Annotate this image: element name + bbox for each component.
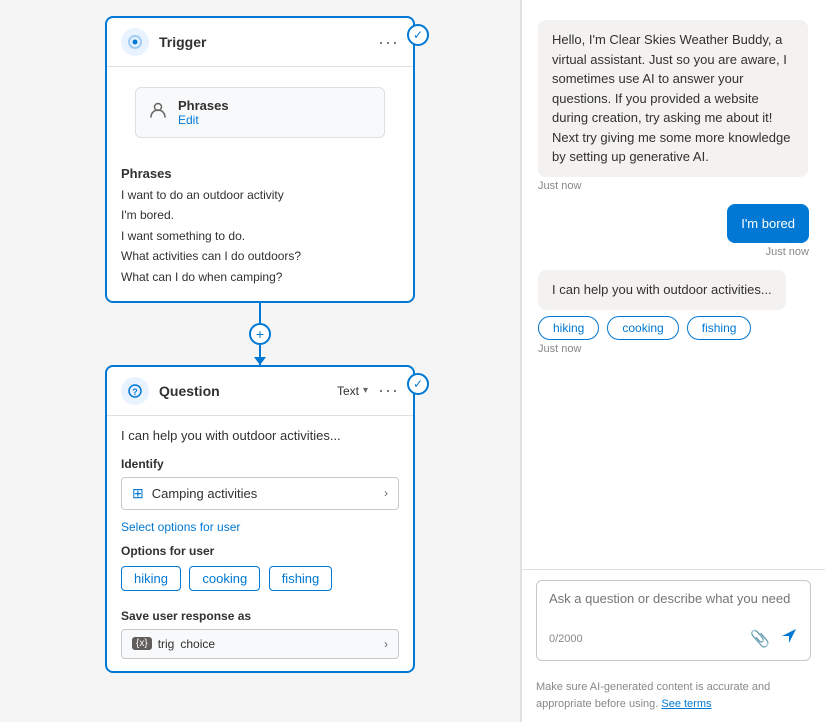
- phrase-item-5: What can I do when camping?: [121, 267, 399, 287]
- option-tag-cooking[interactable]: cooking: [189, 566, 260, 591]
- save-response-label: Save user response as: [121, 609, 399, 623]
- var-badge: {x}: [132, 637, 152, 650]
- trigger-card-header: Trigger ···: [107, 18, 413, 67]
- question-header: ? Question Text ▾ ···: [107, 367, 413, 416]
- char-count: 0/2000: [549, 633, 583, 645]
- disclaimer-link[interactable]: See terms: [661, 698, 711, 710]
- save-response-field[interactable]: {x} trig choice ›: [121, 629, 399, 659]
- phrases-inner-right: Phrases Edit: [178, 98, 229, 127]
- timestamp-1: Just now: [538, 180, 581, 192]
- trigger-menu-dots[interactable]: ···: [378, 32, 399, 53]
- trigger-icon: [121, 28, 149, 56]
- chat-input-icons: 📎: [750, 627, 798, 650]
- save-response-left: {x} trig choice: [132, 637, 215, 651]
- select-options-link[interactable]: Select options for user: [121, 520, 399, 534]
- chat-input-box: 0/2000 📎: [536, 580, 811, 661]
- question-menu-dots[interactable]: ···: [378, 380, 399, 401]
- phrases-content: Phrases I want to do an outdoor activity…: [107, 158, 413, 301]
- question-body: I can help you with outdoor activities..…: [107, 416, 413, 671]
- options-label: Options for user: [121, 544, 399, 558]
- connector-line-top: [259, 303, 261, 323]
- trigger-header-left: Trigger: [121, 28, 206, 56]
- chat-chip-fishing[interactable]: fishing: [687, 316, 752, 340]
- disclaimer-text: Make sure AI-generated content is accura…: [536, 681, 770, 710]
- var-prefix: trig: [158, 637, 175, 651]
- bot-message-group-1: Hello, I'm Clear Skies Weather Buddy, a …: [538, 20, 809, 192]
- table-icon: ⊞: [132, 485, 144, 502]
- trigger-check-badge: ✓: [407, 24, 429, 46]
- phrase-item-2: I'm bored.: [121, 205, 399, 225]
- right-chat-panel: Hello, I'm Clear Skies Weather Buddy, a …: [522, 0, 825, 722]
- phrases-inner-person-icon: [148, 100, 168, 125]
- timestamp-2: Just now: [766, 246, 809, 258]
- bot-bubble-2: I can help you with outdoor activities..…: [538, 270, 786, 310]
- question-type-label: Text: [337, 384, 359, 398]
- option-tags-container: hiking cooking fishing: [121, 566, 399, 599]
- phrase-item-4: What activities can I do outdoors?: [121, 246, 399, 266]
- phrase-item-1: I want to do an outdoor activity: [121, 185, 399, 205]
- attachment-button[interactable]: 📎: [750, 627, 770, 650]
- identify-value: Camping activities: [152, 486, 258, 501]
- svg-text:?: ?: [132, 387, 138, 397]
- question-header-left: ? Question: [121, 377, 220, 405]
- chat-input-bottom: 0/2000 📎: [549, 627, 798, 650]
- connector-top: +: [105, 303, 415, 365]
- phrases-inner-title: Phrases: [178, 98, 229, 113]
- user-bubble-1: I'm bored: [727, 204, 809, 244]
- phrases-label: Phrases: [121, 166, 399, 181]
- question-card-wrapper: ? Question Text ▾ ··· I can help: [105, 365, 415, 673]
- chat-input-area: 0/2000 📎: [522, 569, 825, 671]
- phrases-list: I want to do an outdoor activity I'm bor…: [121, 185, 399, 287]
- connector-arrow: [259, 345, 261, 365]
- option-tag-fishing[interactable]: fishing: [269, 566, 333, 591]
- user-message-group-1: I'm bored Just now: [538, 204, 809, 259]
- bot-message-group-2: I can help you with outdoor activities..…: [538, 270, 809, 355]
- var-value: choice: [180, 637, 215, 651]
- identify-dropdown-left: ⊞ Camping activities: [132, 485, 257, 502]
- identify-chevron-icon: ›: [384, 486, 388, 500]
- trigger-card: Trigger ···: [105, 16, 415, 303]
- question-type-dropdown[interactable]: Text ▾: [337, 384, 368, 398]
- chat-chip-cooking[interactable]: cooking: [607, 316, 678, 340]
- question-icon: ?: [121, 377, 149, 405]
- left-panel: Trigger ···: [0, 0, 520, 722]
- bot-bubble-1: Hello, I'm Clear Skies Weather Buddy, a …: [538, 20, 808, 177]
- phrases-edit-link[interactable]: Edit: [178, 113, 229, 127]
- option-tag-hiking[interactable]: hiking: [121, 566, 181, 591]
- chat-chip-hiking[interactable]: hiking: [538, 316, 599, 340]
- add-step-button[interactable]: +: [249, 323, 271, 345]
- save-response-chevron-icon: ›: [384, 637, 388, 651]
- question-title: Question: [159, 383, 220, 399]
- question-card: ? Question Text ▾ ··· I can help: [105, 365, 415, 673]
- chat-disclaimer: Make sure AI-generated content is accura…: [522, 671, 825, 722]
- trigger-card-wrapper: Trigger ···: [105, 16, 415, 303]
- phrases-inner-box: Phrases Edit: [135, 87, 385, 138]
- question-type-chevron-icon: ▾: [363, 385, 368, 396]
- phrase-item-3: I want something to do.: [121, 226, 399, 246]
- timestamp-3: Just now: [538, 343, 581, 355]
- trigger-title: Trigger: [159, 34, 206, 50]
- question-check-badge: ✓: [407, 373, 429, 395]
- question-text: I can help you with outdoor activities..…: [121, 428, 399, 443]
- identify-label: Identify: [121, 457, 399, 471]
- chat-area: Hello, I'm Clear Skies Weather Buddy, a …: [522, 0, 825, 569]
- chat-option-chips: hiking cooking fishing: [538, 316, 751, 340]
- identify-dropdown[interactable]: ⊞ Camping activities ›: [121, 477, 399, 510]
- send-button[interactable]: [780, 627, 798, 650]
- chat-input-field[interactable]: [549, 591, 798, 621]
